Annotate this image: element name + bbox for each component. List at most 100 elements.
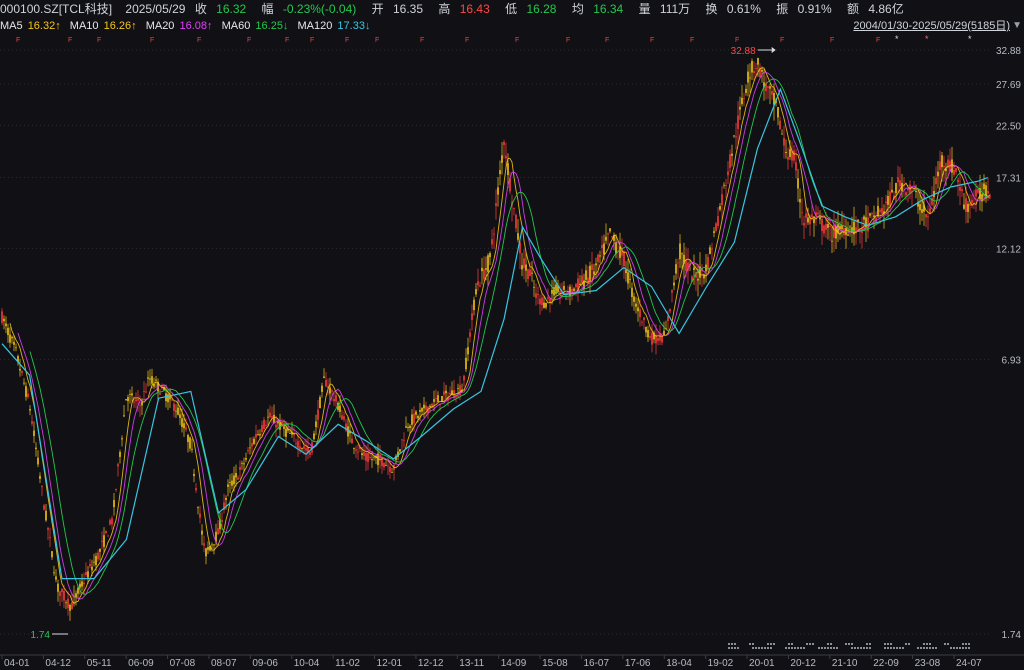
- candle-body: [711, 248, 713, 250]
- candle-body: [483, 269, 485, 280]
- candle-body: [369, 457, 371, 459]
- candle-body: [843, 227, 845, 236]
- y-tick-label: 27.69: [996, 80, 1021, 91]
- candle-body: [63, 590, 65, 601]
- candle-body: [439, 404, 441, 406]
- candle-body: [191, 448, 193, 450]
- candle-body: [321, 385, 323, 392]
- volume-tick: [908, 643, 910, 645]
- volume-tick: [827, 643, 829, 645]
- candle-body: [243, 463, 245, 465]
- candle-body: [469, 332, 471, 337]
- ma10-label: MA10: [69, 20, 99, 32]
- event-marker: F: [68, 37, 72, 44]
- avg-field: 均 16.34: [571, 2, 624, 16]
- candle-body: [797, 178, 799, 189]
- candle-body: [459, 385, 461, 396]
- candle-body: [607, 233, 609, 235]
- candle-body: [149, 378, 151, 380]
- candle-body: [907, 188, 909, 191]
- candle-body: [501, 155, 503, 163]
- candle-body: [787, 157, 789, 160]
- candle-body: [841, 225, 843, 230]
- x-tick-label: 04-12: [45, 658, 71, 669]
- volume-tick: [755, 647, 757, 649]
- candle-body: [289, 433, 291, 434]
- x-tick-label: 15-08: [542, 658, 568, 669]
- candle-body: [123, 415, 125, 417]
- volume-tick: [884, 643, 886, 645]
- candle-body: [925, 214, 927, 218]
- candle-body: [17, 356, 19, 363]
- candle-body: [347, 426, 349, 437]
- close-field: 收 16.32: [194, 2, 247, 16]
- candle-body: [661, 335, 663, 343]
- candle-body: [353, 448, 355, 449]
- candle-body: [655, 334, 657, 344]
- candle-body: [487, 255, 489, 272]
- candles: [1, 57, 991, 621]
- candle-body: [623, 251, 625, 267]
- candle-body: [271, 415, 273, 418]
- candle-body: [609, 228, 611, 232]
- candle-body: [365, 453, 367, 461]
- candle-body: [375, 455, 377, 459]
- candle-body: [865, 217, 867, 228]
- chevron-down-icon[interactable]: ▼: [1012, 18, 1022, 34]
- candle-body: [759, 67, 761, 78]
- candle-body: [323, 376, 325, 379]
- candle-body: [561, 290, 563, 294]
- volume-tick: [890, 643, 892, 645]
- x-tick-label: 05-11: [87, 658, 112, 669]
- candle-body: [611, 236, 613, 238]
- x-tick-label: 07-08: [170, 658, 196, 669]
- symbol-label[interactable]: 000100.SZ[TCL科技]: [0, 2, 112, 16]
- volume-tick: [959, 647, 961, 649]
- candle-body: [947, 159, 949, 169]
- candle-body: [801, 212, 803, 214]
- event-marker: F: [247, 37, 251, 44]
- candle-body: [147, 377, 149, 379]
- volume-tick: [866, 643, 868, 645]
- volume-tick: [788, 647, 790, 649]
- volume-tick: [851, 643, 853, 645]
- candle-body: [697, 278, 699, 281]
- ma120-value: 17.33↓: [337, 20, 371, 32]
- price-chart[interactable]: 32.88 27.69 22.50 17.31 12.12 6.93 1.74 04-01 04…: [0, 0, 1024, 670]
- candle-body: [877, 206, 879, 217]
- candle-body: [229, 482, 231, 483]
- candle-body: [157, 381, 159, 392]
- candle-body: [427, 406, 429, 414]
- candle-body: [633, 296, 635, 302]
- candle-body: [105, 530, 107, 534]
- candle-body: [55, 576, 57, 580]
- volume-tick: [812, 643, 814, 645]
- candle-body: [727, 171, 729, 176]
- candle-body: [885, 201, 887, 204]
- candle-body: [219, 519, 221, 530]
- candle-body: [169, 394, 171, 400]
- candle-body: [741, 97, 743, 105]
- candle-body: [411, 414, 413, 425]
- candle-body: [835, 226, 837, 239]
- date-range-selector[interactable]: 2004/01/30-2025/05/29(5185日): [853, 18, 1010, 34]
- candle-body: [813, 218, 815, 224]
- candle-body: [39, 475, 41, 479]
- candle-body: [975, 189, 977, 197]
- candle-body: [413, 413, 415, 424]
- event-marker: F: [345, 37, 349, 44]
- volume-tick: [728, 647, 730, 649]
- candle-body: [863, 216, 865, 220]
- candle-body: [871, 212, 873, 214]
- candle-body: [89, 564, 91, 567]
- candle-body: [419, 410, 421, 412]
- x-tick-label: 04-01: [4, 658, 30, 669]
- candle-body: [237, 477, 239, 480]
- candle-body: [811, 214, 813, 218]
- candle-body: [735, 136, 737, 138]
- candle-body: [437, 395, 439, 402]
- candle-body: [593, 271, 595, 275]
- candle-body: [793, 150, 795, 161]
- candle-body: [677, 262, 679, 264]
- candle-body: [785, 151, 787, 154]
